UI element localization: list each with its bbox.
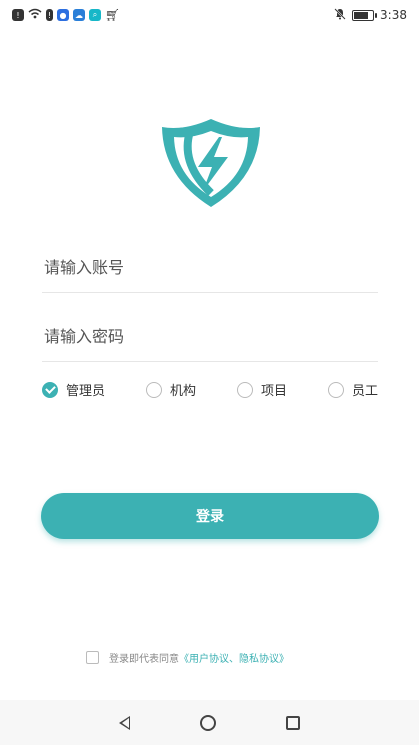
role-option-employee[interactable]: 员工 xyxy=(327,380,378,399)
role-label: 项目 xyxy=(260,384,287,399)
mute-bell-icon xyxy=(334,7,346,23)
cart-icon: 🛒︎ xyxy=(105,8,121,22)
role-label: 员工 xyxy=(351,384,378,399)
shield-lightning-logo xyxy=(162,119,260,207)
status-icons-left: ! ! ● ☁ ⌕ 🛒︎ xyxy=(12,8,120,22)
battery-icon xyxy=(352,9,378,21)
role-option-institution[interactable]: 机构 xyxy=(145,380,196,399)
username-field[interactable] xyxy=(42,243,378,293)
role-option-admin[interactable]: 管理员 xyxy=(42,380,105,399)
agreement-text: 登录即代表同意 xyxy=(109,654,179,665)
agreement-row: 登录即代表同意《用户协议、隐私协议》 xyxy=(86,650,289,665)
status-bar: ! ! ● ☁ ⌕ 🛒︎ 3:38 xyxy=(0,0,419,30)
agreement-checkbox[interactable] xyxy=(86,651,99,664)
password-input[interactable] xyxy=(42,326,378,347)
back-icon[interactable] xyxy=(119,715,130,730)
password-field[interactable] xyxy=(42,312,378,362)
search-app-icon: ⌕ xyxy=(89,9,101,21)
system-nav-bar xyxy=(0,700,419,745)
username-input[interactable] xyxy=(42,257,378,278)
role-selector: 管理员 机构 项目 员工 xyxy=(42,380,378,399)
radio-unchecked-icon[interactable] xyxy=(236,381,253,398)
role-label: 机构 xyxy=(169,384,196,399)
radio-checked-icon[interactable] xyxy=(42,381,58,398)
radio-unchecked-icon[interactable] xyxy=(145,381,162,398)
battery-alert-icon: ! xyxy=(46,9,53,21)
radio-unchecked-icon[interactable] xyxy=(327,381,344,398)
role-option-project[interactable]: 项目 xyxy=(236,380,287,399)
status-icons-right: 3:38 xyxy=(334,7,407,23)
login-button[interactable]: 登录 xyxy=(41,493,379,539)
role-label: 管理员 xyxy=(66,384,106,399)
wifi-icon xyxy=(28,8,42,22)
home-icon[interactable] xyxy=(200,714,216,731)
cloud-app-icon: ☁ xyxy=(73,9,85,21)
agreement-link[interactable]: 《用户协议、隐私协议》 xyxy=(179,654,289,665)
app-notification-icon: ● xyxy=(57,9,69,21)
alert-icon: ! xyxy=(12,9,24,21)
recent-apps-icon[interactable] xyxy=(286,715,300,730)
clock-time: 3:38 xyxy=(380,8,407,22)
